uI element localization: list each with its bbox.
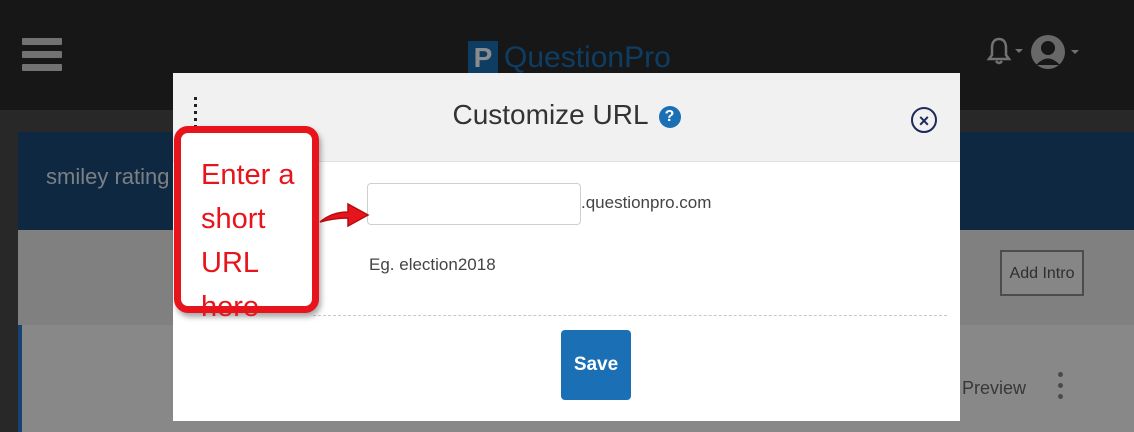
modal-title-text: Customize URL <box>452 99 649 130</box>
close-icon[interactable]: × <box>911 107 937 133</box>
save-button[interactable]: Save <box>561 330 631 400</box>
annotation-text: Enter a short URL here <box>201 159 295 323</box>
example-hint: Eg. election2018 <box>369 255 496 274</box>
annotation-callout: Enter a short URL here <box>174 126 319 323</box>
arrow-icon <box>319 202 370 228</box>
domain-suffix: .questionpro.com <box>581 193 712 212</box>
help-icon[interactable]: ? <box>658 105 681 128</box>
short-url-input[interactable] <box>367 183 581 225</box>
divider <box>313 315 947 316</box>
